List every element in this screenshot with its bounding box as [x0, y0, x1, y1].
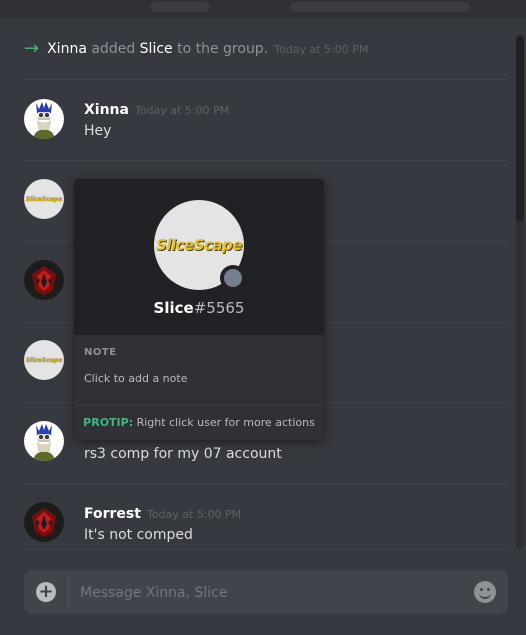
plus-circle-icon[interactable]: +: [36, 582, 56, 602]
system-message: → Xinna added Slice to the group. Today at…: [24, 38, 368, 59]
message-timestamp: Today at 5:00 PM: [146, 508, 242, 521]
message-text: rs3 comp for my 07 account: [84, 446, 282, 462]
popout-header: SliceScape Slice#5565: [74, 179, 324, 335]
avatar-forrest-image: [32, 508, 56, 537]
arrow-right-icon: →: [24, 38, 40, 59]
avatar-slice-logo: SliceScape: [25, 356, 63, 364]
message-text: It's not comped: [84, 527, 193, 543]
popout-discriminator: #5565: [193, 299, 245, 317]
popout-username: Slice#5565: [74, 299, 324, 317]
channel-header-strip: [0, 0, 526, 18]
system-actor[interactable]: Xinna: [47, 41, 87, 57]
header-blur: [150, 2, 210, 12]
protip: PROTIP: Right click user for more action…: [74, 416, 324, 429]
note-input[interactable]: Click to add a note: [84, 372, 187, 385]
avatar-xinna[interactable]: [24, 99, 64, 139]
system-suffix: to the group.: [172, 41, 269, 57]
system-timestamp: Today at 5:00 PM: [274, 43, 369, 56]
message-author[interactable]: Xinna: [84, 102, 129, 118]
status-offline-icon: [220, 265, 246, 291]
message-divider: [24, 79, 509, 80]
message-input[interactable]: [78, 570, 462, 616]
message-divider: [24, 483, 509, 484]
message-header: Forrest Today at 5:00 PM: [84, 503, 241, 522]
avatar-forrest[interactable]: [24, 502, 64, 542]
avatar-slice-logo: SliceScape: [25, 195, 63, 203]
message-divider: [24, 160, 509, 161]
system-verb: added: [86, 41, 140, 57]
avatar-xinna-image: [33, 424, 55, 461]
system-target[interactable]: Slice: [140, 41, 173, 57]
scrollbar-thumb[interactable]: [516, 36, 524, 222]
message-header: Xinna Today at 5:00 PM: [84, 99, 229, 118]
message-author[interactable]: Forrest: [84, 506, 141, 522]
emoji-smile-icon[interactable]: [474, 581, 496, 603]
avatar-slice[interactable]: SliceScape: [24, 340, 64, 380]
header-blur: [290, 2, 470, 12]
composer-separator: [68, 576, 69, 608]
user-profile-popout: SliceScape Slice#5565 NOTE Click to add …: [74, 179, 324, 440]
popout-avatar-logo: SliceScape: [156, 236, 242, 254]
protip-label: PROTIP:: [83, 416, 134, 429]
avatar-forrest-image: [32, 266, 56, 295]
avatar-slice[interactable]: SliceScape: [24, 179, 64, 219]
popout-username-name: Slice: [153, 299, 194, 317]
message-composer: +: [24, 570, 508, 616]
note-label: NOTE: [84, 347, 117, 358]
popout-divider: [74, 405, 324, 406]
avatar-xinna-image: [33, 102, 55, 139]
message-text: Hey: [84, 123, 112, 139]
message-timestamp: Today at 5:00 PM: [134, 104, 230, 117]
composer-divider: [24, 549, 509, 550]
avatar-xinna[interactable]: [24, 421, 64, 461]
protip-text: Right click user for more actions: [133, 416, 315, 429]
avatar-forrest[interactable]: [24, 260, 64, 300]
